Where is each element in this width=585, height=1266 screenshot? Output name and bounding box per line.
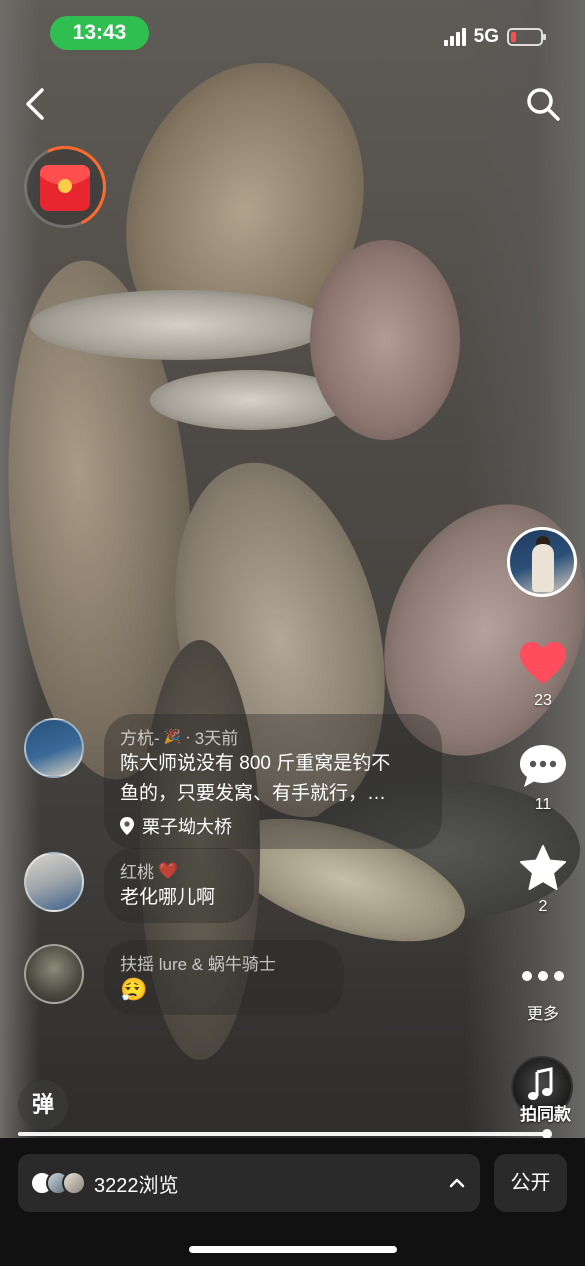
public-visibility-button[interactable]: 公开 (494, 1154, 567, 1212)
viewer-avatars (30, 1171, 86, 1195)
author-emoji: ❤️ (158, 862, 178, 880)
home-indicator[interactable] (189, 1246, 397, 1253)
viewer-avatar (62, 1171, 86, 1195)
status-time: 13:43 (50, 16, 149, 50)
comment-text-line-2: 鱼的，只要发窝、有手就行，… (120, 783, 387, 804)
comment-avatar[interactable] (24, 944, 84, 1004)
comment-text-line-1: 陈大师说没有 800 斤重窝是钓不 (120, 753, 391, 774)
star-icon (520, 845, 566, 890)
more-label: 更多 (526, 1006, 559, 1023)
favorite-count: 2 (538, 898, 548, 915)
search-icon (527, 88, 560, 121)
separator-dot: · (185, 726, 191, 746)
more-button[interactable]: 更多 (511, 966, 575, 1024)
comment-header: 红桃 ❤️ (120, 858, 236, 883)
fish-shape (310, 240, 460, 440)
comment-text: 😮‍💨 (120, 977, 148, 1002)
heart-icon (520, 642, 566, 684)
comment-card[interactable]: 方杭- 🎉 · 3天前 陈大师说没有 800 斤重窝是钓不 鱼的，只要发窝、有手… (104, 714, 442, 849)
views-button[interactable]: 3222浏览 (18, 1154, 480, 1212)
signal-icon (443, 28, 466, 46)
status-indicators: 5G (443, 26, 546, 48)
more-dots-icon (522, 971, 564, 981)
comment-button[interactable]: 11 (511, 742, 575, 814)
author-emoji: 🎉 (163, 728, 182, 744)
network-label: 5G (473, 26, 499, 47)
comment-bubble-icon (520, 745, 566, 787)
favorite-button[interactable]: 2 (511, 844, 575, 916)
like-count: 23 (534, 692, 552, 709)
video-progress-bar[interactable] (18, 1129, 553, 1139)
comment-count: 11 (534, 796, 552, 813)
progress-fill (18, 1132, 548, 1136)
comment-author: 方杭- (120, 729, 160, 748)
red-packet-button[interactable] (12, 134, 118, 240)
like-button[interactable]: 23 (511, 640, 575, 710)
comment-header: 方杭- 🎉 · 3天前 (120, 724, 424, 749)
comment-text: 老化哪儿啊 (120, 887, 216, 908)
comment-author: 扶摇 lure & 蜗牛骑士 (120, 955, 276, 974)
danmu-toggle-button[interactable]: 弹 (18, 1080, 68, 1130)
location-label: 栗子坳大桥 (142, 817, 232, 837)
location-tag[interactable]: 栗子坳大桥 (120, 813, 424, 839)
red-envelope-icon (40, 165, 90, 211)
back-button[interactable] (20, 84, 52, 124)
comment-card[interactable]: 扶摇 lure & 蜗牛骑士 😮‍💨 (104, 940, 344, 1015)
chevron-up-icon (449, 1178, 465, 1188)
comment-author: 红桃 (120, 863, 154, 882)
battery-icon (507, 28, 546, 46)
chevron-left-icon (26, 88, 44, 120)
same-style-label[interactable]: 拍同款 (520, 1100, 571, 1125)
comment-time: 3天前 (194, 729, 239, 748)
fish-shape (30, 290, 330, 360)
location-pin-icon (120, 817, 134, 835)
views-count: 3222浏览 (94, 1174, 179, 1197)
search-button[interactable] (523, 84, 563, 124)
comment-header: 扶摇 lure & 蜗牛骑士 (120, 950, 326, 975)
comment-avatar[interactable] (24, 852, 84, 912)
author-avatar[interactable] (507, 527, 577, 597)
comment-avatar[interactable] (24, 718, 84, 778)
comment-card[interactable]: 红桃 ❤️ 老化哪儿啊 (104, 848, 254, 923)
